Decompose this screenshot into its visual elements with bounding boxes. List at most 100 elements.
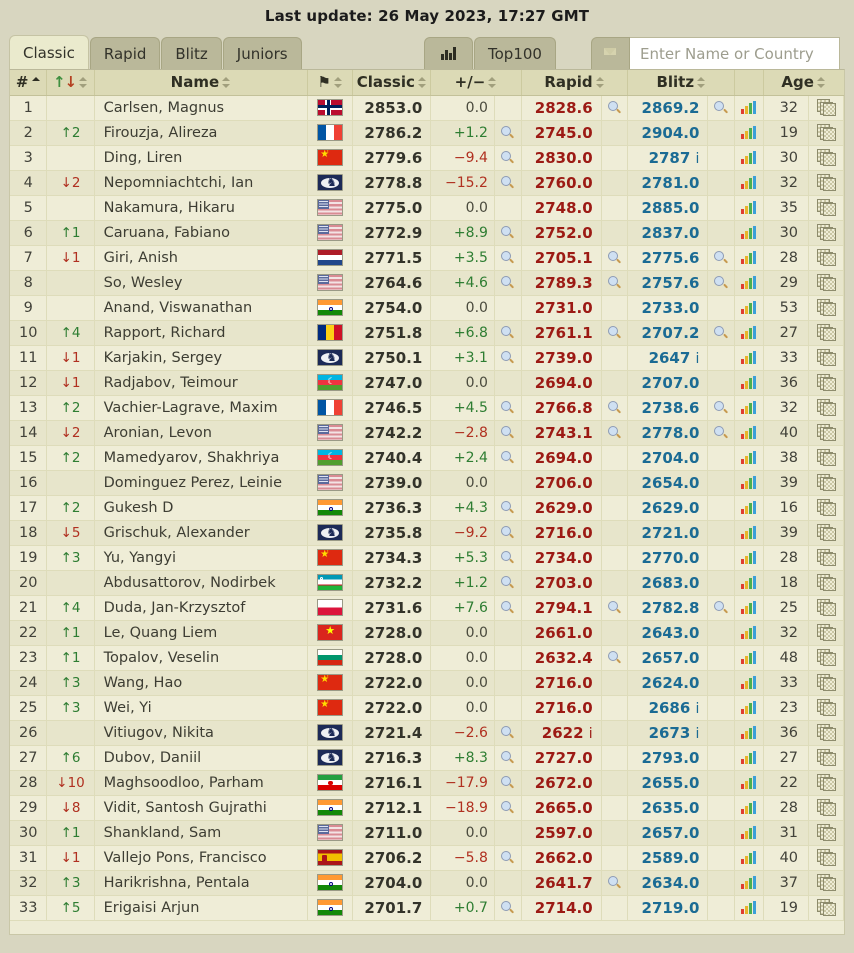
chessboard-stack-icon[interactable]	[816, 123, 836, 141]
rating-chart-icon[interactable]	[740, 550, 757, 564]
magnifier-icon[interactable]	[500, 850, 515, 865]
cell-player-name[interactable]: Ding, Liren	[94, 145, 309, 171]
cell-rating-chart[interactable]	[734, 570, 764, 596]
rating-chart-icon[interactable]	[740, 250, 757, 264]
magnifier-icon[interactable]	[607, 275, 622, 290]
cell-classic-magnifier[interactable]	[494, 520, 522, 546]
cell-games[interactable]	[808, 145, 844, 171]
chessboard-stack-icon[interactable]	[816, 898, 836, 916]
cell-classic-magnifier[interactable]	[494, 420, 522, 446]
rating-chart-icon[interactable]	[740, 325, 757, 339]
chessboard-stack-icon[interactable]	[816, 348, 836, 366]
magnifier-icon[interactable]	[500, 325, 515, 340]
chessboard-stack-icon[interactable]	[816, 598, 836, 616]
table-row[interactable]: 17 ↑2 Gukesh D 2736.3 +4.3 2629.0 2629.0 16	[10, 495, 844, 521]
header-flag[interactable]: ⚑	[307, 70, 354, 96]
cell-rating-chart[interactable]	[734, 720, 764, 746]
cell-classic-magnifier[interactable]	[494, 395, 522, 421]
chessboard-stack-icon[interactable]	[816, 273, 836, 291]
chessboard-stack-icon[interactable]	[816, 623, 836, 641]
cell-classic-magnifier[interactable]	[494, 495, 522, 521]
cell-games[interactable]	[808, 445, 844, 471]
sort-asc-icon[interactable]	[31, 76, 41, 89]
cell-rating-chart[interactable]	[734, 145, 764, 171]
rating-chart-icon[interactable]	[740, 500, 757, 514]
rating-chart-icon[interactable]	[740, 475, 757, 489]
cell-player-name[interactable]: Dubov, Daniil	[94, 745, 309, 771]
top100-button[interactable]: Top100	[474, 37, 556, 69]
sort-toggle-icon[interactable]	[417, 76, 427, 89]
rating-chart-icon[interactable]	[740, 825, 757, 839]
magnifier-icon[interactable]	[500, 425, 515, 440]
cell-player-name[interactable]: Anand, Viswanathan	[94, 295, 309, 321]
magnifier-icon[interactable]	[500, 525, 515, 540]
table-row[interactable]: 5 Nakamura, Hikaru 2775.0 0.0 2748.0 2885.0 35	[10, 195, 844, 221]
rating-chart-icon[interactable]	[740, 275, 757, 289]
header-rank[interactable]: #	[10, 70, 48, 96]
cell-rapid-magnifier[interactable]	[601, 420, 629, 446]
cell-rating-chart[interactable]	[734, 870, 764, 896]
magnifier-icon[interactable]	[714, 275, 728, 290]
rating-chart-icon[interactable]	[740, 775, 757, 789]
cell-player-name[interactable]: Grischuk, Alexander	[94, 520, 309, 546]
chessboard-stack-icon[interactable]	[816, 173, 836, 191]
cell-games[interactable]	[808, 220, 844, 246]
sort-toggle-icon[interactable]	[816, 76, 826, 89]
rating-chart-icon[interactable]	[740, 625, 757, 639]
cell-player-name[interactable]: Vachier-Lagrave, Maxim	[94, 395, 309, 421]
magnifier-icon[interactable]	[714, 325, 728, 340]
cell-player-name[interactable]: Aronian, Levon	[94, 420, 309, 446]
cell-blitz-magnifier[interactable]	[707, 320, 736, 346]
chessboard-stack-icon[interactable]	[816, 298, 836, 316]
magnifier-icon[interactable]	[500, 900, 515, 915]
cell-classic-magnifier[interactable]	[494, 445, 522, 471]
table-row[interactable]: 11↓1Karjakin, Sergey 2750.1+3.1 2739.0 2647…	[10, 345, 844, 371]
cell-rating-chart[interactable]	[734, 370, 764, 396]
magnifier-icon[interactable]	[607, 425, 622, 440]
rating-chart-icon[interactable]	[740, 700, 757, 714]
cell-player-name[interactable]: Shankland, Sam	[94, 820, 309, 846]
sort-toggle-icon[interactable]	[595, 76, 605, 89]
magnifier-icon[interactable]	[714, 250, 728, 265]
cell-games[interactable]	[808, 520, 844, 546]
cell-rating-chart[interactable]	[734, 620, 764, 646]
table-row[interactable]: 6 ↑1 Caruana, Fabiano 2772.9 +8.9 2752.0 2837.…	[10, 220, 844, 246]
rating-chart-icon[interactable]	[740, 725, 757, 739]
table-row[interactable]: 15↑2Mamedyarov, Shakhriya 2740.4+2.4 2694.…	[10, 445, 844, 471]
rating-chart-icon[interactable]	[740, 575, 757, 589]
table-row[interactable]: 27↑6Dubov, Daniil2716.3+8.32727.02793.02…	[10, 745, 844, 771]
cell-games[interactable]	[808, 795, 844, 821]
search-input[interactable]	[630, 37, 840, 69]
cell-classic-magnifier[interactable]	[494, 845, 522, 871]
chessboard-stack-icon[interactable]	[816, 648, 836, 666]
cell-player-name[interactable]: Wang, Hao	[94, 670, 309, 696]
table-row[interactable]: 30 ↑1 Shankland, Sam 2711.0 0.0 2597.0 2657.0 3…	[10, 820, 844, 846]
cell-classic-magnifier[interactable]	[494, 770, 522, 796]
cell-classic-magnifier[interactable]	[494, 220, 522, 246]
magnifier-icon[interactable]	[714, 400, 728, 415]
magnifier-icon[interactable]	[500, 250, 515, 265]
table-row[interactable]: 26 Vitiugov, Nikita 2721.4−2.6 2622 i 2673 i…	[10, 720, 844, 746]
rating-chart-icon[interactable]	[740, 650, 757, 664]
cell-player-name[interactable]: Radjabov, Teimour	[94, 370, 309, 396]
chessboard-stack-icon[interactable]	[816, 873, 836, 891]
cell-classic-magnifier[interactable]	[494, 270, 522, 296]
table-row[interactable]: 19↑3Yu, Yangyi 2734.3+5.3 2734.0 2770.0 28	[10, 545, 844, 571]
cell-games[interactable]	[808, 270, 844, 296]
cell-games[interactable]	[808, 645, 844, 671]
cell-classic-magnifier[interactable]	[494, 145, 522, 171]
cell-classic-magnifier[interactable]	[494, 795, 522, 821]
cell-games[interactable]	[808, 845, 844, 871]
cell-games[interactable]	[808, 320, 844, 346]
magnifier-icon[interactable]	[500, 725, 515, 740]
magnifier-icon[interactable]	[500, 125, 515, 140]
magnifier-icon[interactable]	[714, 100, 728, 115]
table-row[interactable]: 31 ↓1 Vallejo Pons, Francisco 2706.2 −5.8 266…	[10, 845, 844, 871]
cell-rating-chart[interactable]	[734, 320, 764, 346]
magnifier-icon[interactable]	[714, 600, 728, 615]
rating-chart-icon[interactable]	[740, 525, 757, 539]
cell-rapid-magnifier[interactable]	[601, 320, 629, 346]
cell-rapid-magnifier[interactable]	[601, 245, 629, 271]
chessboard-stack-icon[interactable]	[816, 523, 836, 541]
table-row[interactable]: 21 ↑4 Duda, Jan-Krzysztof 2731.6 +7.6 2794.1 2…	[10, 595, 844, 621]
